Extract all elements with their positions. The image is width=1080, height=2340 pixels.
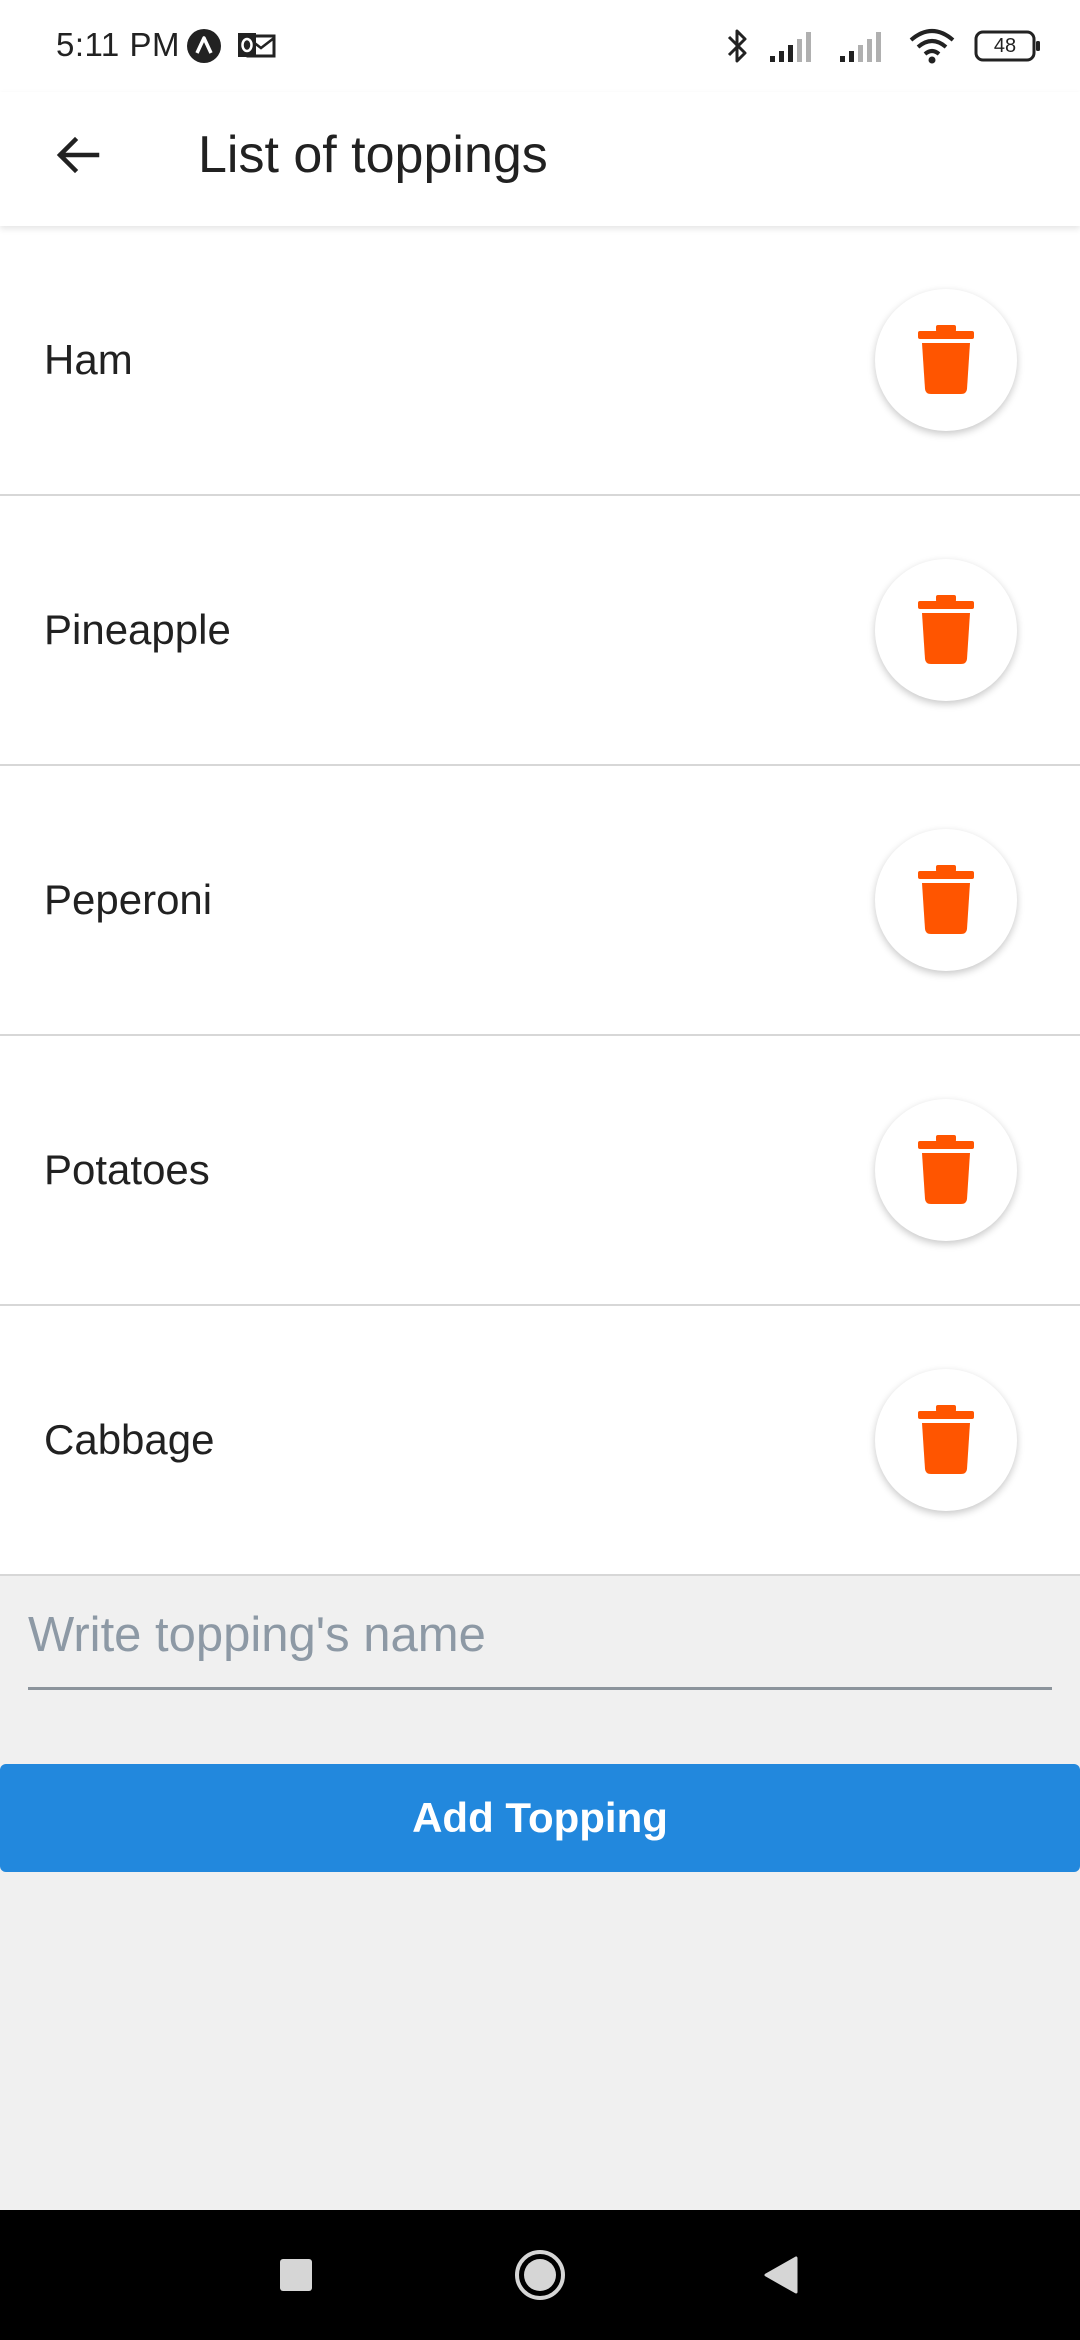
app-bar: List of toppings <box>0 92 1080 226</box>
topping-name-input[interactable] <box>28 1582 1052 1690</box>
system-back-button[interactable] <box>746 2240 816 2310</box>
trash-icon <box>918 325 974 394</box>
add-topping-button[interactable]: Add Topping <box>0 1764 1080 1872</box>
topping-name: Cabbage <box>44 1416 215 1463</box>
signal-icon <box>768 28 820 64</box>
bluetooth-icon <box>724 26 750 66</box>
back-triangle-icon <box>764 2256 798 2294</box>
trash-icon <box>918 595 974 664</box>
home-button[interactable] <box>505 2240 575 2310</box>
arrow-back-icon <box>56 136 100 174</box>
page-title: List of toppings <box>198 126 548 184</box>
status-time: 5:11 PM <box>56 26 180 63</box>
trash-icon <box>918 1405 974 1474</box>
list-item: Pineapple <box>0 496 1080 766</box>
delete-topping-button[interactable] <box>875 559 1017 701</box>
delete-topping-button[interactable] <box>875 829 1017 971</box>
outlook-icon <box>236 28 276 64</box>
system-nav-bar <box>0 2210 1080 2340</box>
topping-input-container <box>28 1582 1052 1692</box>
trash-icon <box>918 1135 974 1204</box>
status-bar: 5:11 PM 48 <box>0 0 1080 92</box>
topping-name: Pineapple <box>44 606 231 653</box>
home-circle-icon <box>515 2250 565 2300</box>
battery-level: 48 <box>993 35 1017 57</box>
trash-icon <box>918 865 974 934</box>
list-item: Peperoni <box>0 766 1080 1036</box>
topping-list: Ham Pineapple Peperoni Potatoes Cabbage <box>0 226 1080 1576</box>
topping-name: Ham <box>44 336 133 383</box>
back-button[interactable] <box>40 118 114 192</box>
recents-button[interactable] <box>261 2240 331 2310</box>
topping-name: Potatoes <box>44 1146 210 1193</box>
list-item: Potatoes <box>0 1036 1080 1306</box>
status-icons: 48 <box>724 24 1042 68</box>
recents-square-icon <box>280 2259 312 2291</box>
topping-name: Peperoni <box>44 876 213 923</box>
delete-topping-button[interactable] <box>875 289 1017 431</box>
delete-topping-button[interactable] <box>875 1369 1017 1511</box>
battery-icon: 48 <box>974 29 1042 63</box>
app-a-icon <box>186 28 226 64</box>
signal-icon <box>838 28 890 64</box>
delete-topping-button[interactable] <box>875 1099 1017 1241</box>
list-item: Cabbage <box>0 1306 1080 1576</box>
list-item: Ham <box>0 226 1080 496</box>
wifi-icon <box>908 27 956 65</box>
